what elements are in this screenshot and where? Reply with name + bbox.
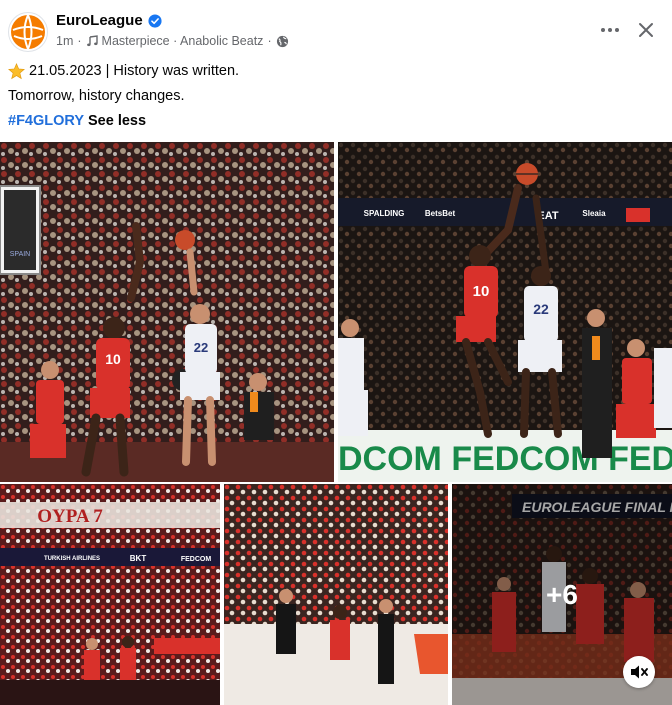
page-name: EuroLeague: [56, 12, 143, 29]
photo-2-jersey-white: 22: [533, 301, 549, 317]
more-options-button[interactable]: [594, 14, 626, 46]
photo-2-jersey-red: 10: [473, 283, 490, 300]
post-header: EuroLeague 1m · Masterpiece · Anabolic B…: [0, 0, 672, 58]
photo-3-image: OYPA 7 TURKISH AIRLINES BKT FEDCOM: [0, 484, 220, 705]
hashtag-link[interactable]: #F4GLORY: [8, 112, 84, 131]
euroleague-logo-icon: [11, 14, 45, 50]
close-icon: [639, 23, 653, 37]
page-avatar[interactable]: [8, 12, 48, 52]
photo-3-sponsor-2: BKT: [130, 554, 147, 563]
photo-2-image: SPALDING BetsBet EAT Sleaia DCOM FEDCOM …: [338, 142, 672, 482]
meta-separator: ·: [77, 34, 82, 48]
music-note-icon: [86, 35, 98, 47]
close-button[interactable]: [630, 14, 662, 46]
caption-line-2: Tomorrow, history changes.: [8, 88, 185, 104]
see-less-button[interactable]: See less: [88, 112, 146, 131]
page-name-link[interactable]: EuroLeague: [56, 12, 162, 29]
post-timestamp[interactable]: 1m: [56, 34, 73, 48]
more-horizontal-icon: [601, 28, 619, 32]
photo-1[interactable]: SPAIN 10 22: [0, 142, 334, 482]
photo-1-image: SPAIN 10 22: [0, 142, 334, 482]
globe-icon[interactable]: [276, 35, 289, 48]
mute-button[interactable]: [623, 656, 655, 688]
meta-separator-2: ·: [267, 34, 272, 48]
photo-3-fan-banner: OYPA 7: [37, 506, 103, 527]
photo-2-sponsor-1: SPALDING: [364, 209, 405, 218]
photo-2[interactable]: SPALDING BetsBet EAT Sleaia DCOM FEDCOM …: [338, 142, 672, 482]
photo-2-sponsor-2: BetsBet: [425, 209, 456, 218]
photo-3[interactable]: OYPA 7 TURKISH AIRLINES BKT FEDCOM: [0, 484, 220, 705]
photo-4[interactable]: [224, 484, 448, 705]
photo-3-sponsor-3: FEDCOM: [181, 556, 212, 563]
photo-2-court-banner: DCOM FEDCOM FEDCOM FED: [338, 440, 672, 478]
photo-1-jersey-white: 22: [194, 340, 208, 355]
photo-1-jersey-red: 10: [105, 351, 121, 367]
audio-track-link[interactable]: Masterpiece · Anabolic Beatz: [102, 34, 264, 48]
post-meta: 1m · Masterpiece · Anabolic Beatz ·: [56, 34, 289, 48]
photo-2-sponsor-4: Sleaia: [582, 209, 606, 218]
photo-4-image: [224, 484, 448, 705]
more-photos-count: +6: [546, 578, 578, 610]
scoreboard-text: SPAIN: [10, 251, 31, 258]
speaker-muted-icon: [631, 665, 648, 679]
caption-line-1: 21.05.2023 | History was written.: [29, 63, 240, 79]
star-emoji-icon: [8, 63, 25, 80]
verified-badge-icon: [148, 13, 162, 28]
photo-3-sponsor-1: TURKISH AIRLINES: [44, 556, 100, 562]
